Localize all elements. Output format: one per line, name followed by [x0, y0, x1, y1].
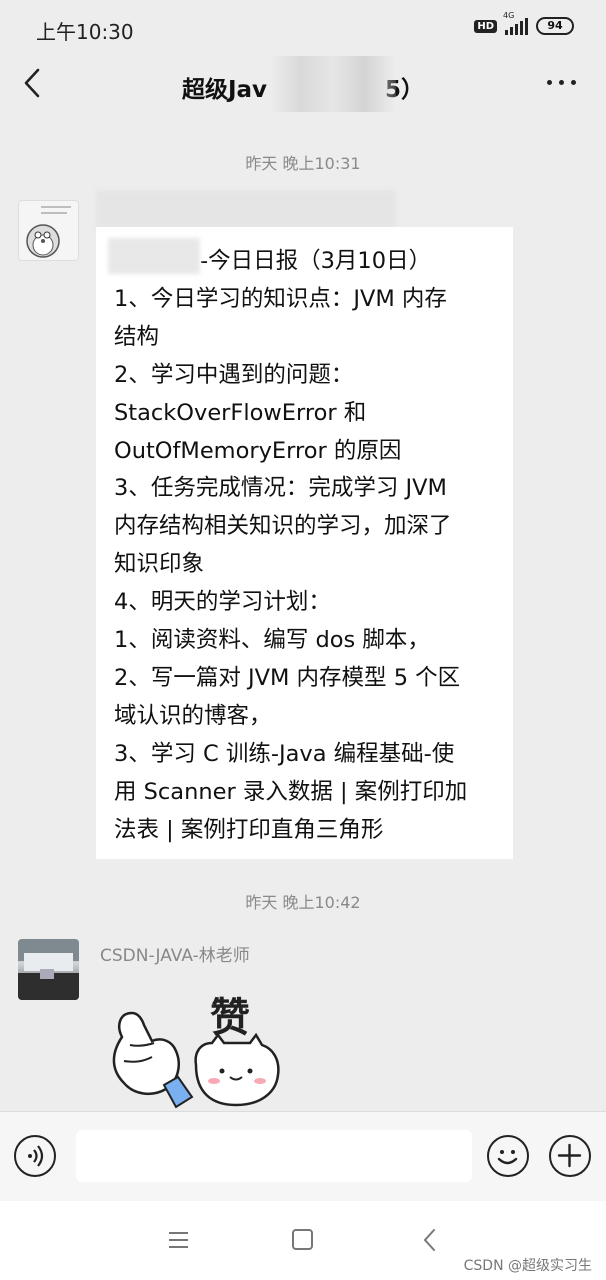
name-blur-mosaic: [96, 190, 396, 228]
timestamp: 昨天 晚上10:31: [245, 154, 361, 173]
message-line: 2、学习中遇到的问题：: [114, 361, 354, 388]
chat-header: 超级Jav 5）: [0, 56, 606, 112]
voice-button[interactable]: [14, 1135, 56, 1177]
message-line: 1、今日学习的知识点：JVM 内存: [114, 285, 447, 312]
message-line: StackOverFlowError 和: [114, 399, 367, 426]
voice-icon: [28, 1145, 44, 1167]
status-icons: HD 4G 94: [474, 11, 574, 35]
home-square-icon: [292, 1229, 313, 1250]
message-line: 1、阅读资料、编写 dos 脚本，: [114, 627, 430, 654]
photo-avatar-icon: [18, 939, 79, 1000]
battery-icon: 94: [536, 17, 574, 35]
message-line: 3、学习 C 训练-Java 编程基础-使: [114, 740, 455, 767]
message-input[interactable]: [76, 1130, 472, 1182]
message-line: 3、任务完成情况：完成学习 JVM: [114, 475, 447, 502]
status-time: 上午10:30: [36, 20, 134, 44]
more-button[interactable]: [547, 80, 576, 85]
watermark: CSDN @超级实习生: [463, 1258, 592, 1274]
message-bubble[interactable]: -今日日报（3月10日） 1、今日学习的知识点：JVM 内存 结构 2、学习中遇…: [96, 227, 513, 859]
title-blur-mosaic: [270, 56, 396, 112]
message-line: 2、写一篇对 JVM 内存模型 5 个区: [114, 664, 461, 691]
hd-icon: HD: [474, 19, 497, 33]
signal-icon: 4G: [503, 11, 528, 35]
avatar[interactable]: [18, 939, 79, 1000]
sticker-text: 赞: [210, 995, 250, 1041]
system-back-button[interactable]: [416, 1225, 446, 1255]
emoji-button[interactable]: [487, 1135, 529, 1177]
message-line: 知识印象: [114, 551, 205, 578]
chat-title-left: 超级Jav: [181, 77, 268, 103]
status-bar: 上午10:30 HD 4G 94: [0, 0, 606, 56]
message-line: 结构: [114, 323, 160, 350]
plus-icon: [557, 1143, 582, 1168]
message-line: 域认识的博客，: [114, 702, 272, 729]
home-button[interactable]: [288, 1225, 318, 1255]
smiley-icon: [497, 1150, 518, 1165]
message-line: 用 Scanner 录入数据 | 案例打印加: [114, 778, 468, 805]
sender-name: CSDN-JAVA-林老师: [100, 946, 250, 966]
network-type: 4G: [503, 11, 515, 20]
more-icon: [547, 80, 552, 85]
menu-button[interactable]: [164, 1225, 194, 1255]
more-actions-button[interactable]: [549, 1135, 591, 1177]
doraemon-avatar-icon: [19, 201, 78, 260]
redacted-mosaic: [108, 238, 200, 274]
menu-icon: [169, 1232, 188, 1248]
sticker[interactable]: 赞: [100, 985, 300, 1115]
timestamp: 昨天 晚上10:42: [245, 893, 361, 912]
message-line: 4、明天的学习计划：: [114, 589, 331, 616]
message-line: 内存结构相关知识的学习，加深了: [114, 513, 452, 540]
input-bar: [0, 1111, 606, 1201]
message-line: 法表 | 案例打印直角三角形: [114, 816, 384, 843]
message-line: OutOfMemoryError 的原因: [114, 437, 402, 464]
thumbs-up-cat-sticker-icon: [112, 1011, 280, 1109]
back-arrow-icon: [423, 1229, 435, 1251]
avatar[interactable]: [18, 200, 79, 261]
